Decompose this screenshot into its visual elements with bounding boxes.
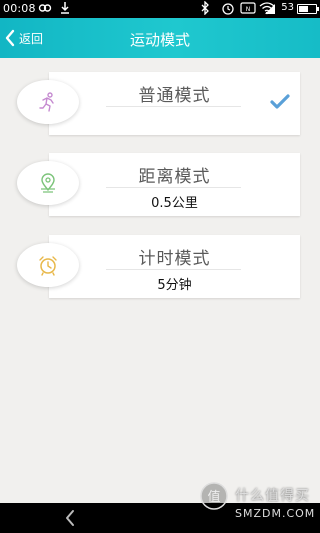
watermark-cn: 什么值得买 bbox=[235, 488, 310, 504]
status-time: 00:08 bbox=[3, 2, 36, 15]
mode-title: 普通模式 bbox=[138, 86, 211, 106]
running-person-icon bbox=[39, 92, 54, 112]
page-title: 运动模式 bbox=[129, 31, 190, 49]
check-icon bbox=[270, 94, 290, 109]
mode-card-distance[interactable]: 距离模式 0.5公里 bbox=[49, 153, 300, 216]
download-icon bbox=[61, 2, 69, 14]
location-pin-icon bbox=[41, 173, 55, 193]
mode-icon-normal[interactable] bbox=[17, 80, 79, 124]
nfc-icon: N bbox=[240, 2, 256, 14]
mode-title: 距离模式 bbox=[138, 167, 211, 187]
mode-title: 计时模式 bbox=[138, 249, 211, 269]
alarm-icon bbox=[222, 3, 234, 15]
divider bbox=[106, 106, 241, 107]
navigation-bar bbox=[0, 503, 320, 533]
battery-percent: 53 bbox=[281, 2, 294, 13]
mode-value: 0.5公里 bbox=[151, 196, 198, 211]
alarm-clock-icon bbox=[39, 256, 57, 276]
divider bbox=[106, 187, 241, 188]
app-header: 返回 运动模式 bbox=[0, 18, 320, 58]
mode-icon-timer[interactable] bbox=[17, 243, 79, 287]
status-bar: 00:08 N 53 bbox=[0, 0, 320, 18]
svg-text:N: N bbox=[246, 6, 251, 13]
mode-card-timer[interactable]: 计时模式 5分钟 bbox=[49, 235, 300, 298]
mode-icon-distance[interactable] bbox=[17, 161, 79, 205]
signal-icon bbox=[265, 4, 275, 14]
infinity-icon bbox=[38, 4, 52, 12]
bluetooth-icon bbox=[201, 1, 209, 15]
battery-icon bbox=[297, 4, 319, 14]
mode-card-normal[interactable]: 普通模式 bbox=[49, 72, 300, 135]
mode-value: 5分钟 bbox=[157, 278, 192, 293]
divider bbox=[106, 269, 241, 270]
nav-back-icon[interactable] bbox=[63, 509, 77, 527]
